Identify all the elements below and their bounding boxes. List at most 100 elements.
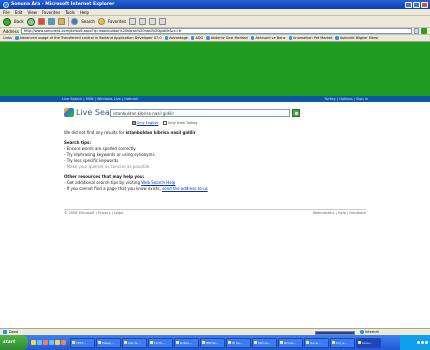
taskbar-button-label: TEST... — [76, 340, 86, 345]
quick-launch-icon[interactable] — [37, 340, 42, 345]
taskbar-button[interactable]: Kullan... — [174, 337, 199, 348]
search-results-message: We did not find any results for istanbul… — [64, 130, 384, 192]
taskbar-button[interactable]: Sonu... — [356, 337, 381, 348]
edit-icon[interactable] — [159, 18, 167, 25]
taskbar-button-label: Windo... — [284, 340, 297, 345]
stop-icon[interactable] — [37, 18, 45, 25]
other-resource-line: - If you cannot find a page that you kno… — [64, 186, 208, 191]
page-icon — [190, 36, 195, 40]
menu-view[interactable]: View — [27, 10, 37, 15]
page-viewport: Live Search | MSN | Windows Live | Hotma… — [0, 42, 430, 328]
quick-launch-icon[interactable] — [61, 340, 66, 345]
maximize-button[interactable] — [413, 1, 420, 8]
quick-launch — [31, 340, 66, 345]
tray-icon[interactable] — [425, 341, 428, 344]
close-button[interactable] — [421, 1, 428, 8]
quick-launch-icon[interactable] — [31, 340, 36, 345]
taskbar-button[interactable]: W Sp... — [226, 337, 251, 348]
menu-favorites[interactable]: Favorites — [42, 10, 60, 15]
taskbar-button[interactable]: Mesaj... — [96, 337, 121, 348]
app-icon — [254, 341, 257, 344]
search-language-options: Only English Only from Turkey — [132, 121, 198, 125]
search-input[interactable]: istanbuldan kibrisa nasil gidilir — [110, 109, 290, 117]
menu-help[interactable]: Help — [80, 10, 89, 15]
search-icon — [295, 111, 298, 115]
taskbar-button[interactable]: IBM W... — [200, 337, 225, 348]
app-icon — [332, 341, 335, 344]
footer-legal-links[interactable]: © 2008 Microsoft | Privacy | Legal — [64, 211, 123, 215]
no-results-text: We did not find any results for istanbul… — [64, 130, 196, 135]
footer-divider — [64, 209, 366, 210]
app-icon — [228, 341, 231, 344]
status-bar: Done Internet — [0, 328, 430, 335]
link-item[interactable]: Advanced usage of the Transferred contro… — [15, 36, 162, 40]
app-icon — [72, 341, 75, 344]
only-turkey-option[interactable]: Only from Turkey — [163, 121, 198, 125]
taskbar-button[interactable]: Windo... — [278, 337, 303, 348]
forward-arrow-icon[interactable] — [26, 17, 35, 26]
taskbar-button[interactable]: Micros... — [252, 337, 277, 348]
page-icon — [250, 36, 255, 40]
page-icon — [335, 36, 339, 40]
menu-file[interactable]: File — [3, 10, 10, 15]
minimize-button[interactable] — [405, 1, 412, 8]
taskbar-button[interactable]: Imi_e... — [330, 337, 355, 348]
go-button[interactable] — [421, 28, 427, 34]
taskbar-button[interactable]: FLITS... — [148, 337, 173, 348]
start-button[interactable]: start — [0, 335, 28, 350]
tray-icon[interactable] — [417, 341, 420, 344]
progress-bar — [315, 330, 355, 335]
msn-nav-links[interactable]: Live Search | MSN | Windows Live | Hotma… — [0, 97, 138, 101]
favorites-button-label[interactable]: Favorites — [108, 19, 126, 24]
quick-launch-icon[interactable] — [55, 340, 60, 345]
quick-launch-icon[interactable] — [43, 340, 48, 345]
refresh-icon[interactable] — [47, 18, 55, 25]
back-arrow-icon[interactable] — [3, 17, 11, 26]
standard-toolbar: Back Search Favorites — [0, 16, 430, 28]
history-icon[interactable] — [129, 18, 137, 25]
taskbar-button-label: Sonu... — [362, 340, 373, 345]
only-english-option[interactable]: Only English — [132, 121, 158, 125]
taskbar-button-label: Can G... — [128, 340, 140, 345]
quick-launch-icon[interactable] — [49, 340, 54, 345]
home-icon[interactable] — [57, 18, 65, 25]
send-address-link[interactable]: send the address to us — [162, 186, 208, 191]
taskbar-button-label: W Sp... — [232, 340, 243, 345]
page-icon — [206, 36, 210, 40]
tray-icon[interactable] — [421, 341, 424, 344]
page-icon — [288, 36, 292, 40]
link-item[interactable]: ADG — [190, 36, 203, 40]
taskbar-button[interactable]: TEST... — [70, 337, 95, 348]
web-search-help-link[interactable]: Web Search Help — [141, 180, 175, 185]
mail-icon[interactable] — [139, 18, 147, 25]
page-icon — [164, 36, 169, 40]
app-icon — [280, 341, 283, 344]
security-zone: Internet — [360, 330, 379, 334]
taskbar-button[interactable]: Can G... — [122, 337, 147, 348]
links-bar: Links Advanced usage of the Transferred … — [0, 35, 430, 42]
back-button-label[interactable]: Back — [14, 19, 24, 24]
search-button-label[interactable]: Search — [81, 19, 95, 24]
search-tip: - Make your queries as concise as possib… — [64, 164, 151, 169]
menu-tools[interactable]: Tools — [65, 10, 75, 15]
search-submit-button[interactable] — [292, 109, 300, 117]
address-label: Address — [3, 28, 19, 34]
footer-help-links[interactable]: Webmasters | Help | Feedback — [313, 211, 366, 215]
menu-edit[interactable]: Edit — [15, 10, 23, 15]
link-item[interactable]: Akhisarli ve Benz — [250, 36, 286, 40]
address-input[interactable]: http://www.sonunera.com/default.aspx?q=i… — [20, 28, 412, 34]
search-icon[interactable] — [71, 18, 79, 25]
address-dropdown-button[interactable] — [414, 28, 419, 34]
app-icon — [150, 341, 153, 344]
link-item[interactable]: Asknolik Bilgiler Sitesi — [335, 36, 378, 40]
print-icon[interactable] — [149, 18, 157, 25]
taskbar-button-label: FLITS... — [154, 340, 165, 345]
link-item[interactable]: Akdeniz Gezi Merkezi — [206, 36, 248, 40]
msn-nav-options[interactable]: Turkey | Options | Sign in — [324, 97, 430, 101]
app-icon — [98, 341, 101, 344]
link-item[interactable]: Anamalkan Pet Market — [288, 36, 332, 40]
link-item[interactable]: Advantage — [164, 36, 188, 40]
taskbar-button[interactable]: Gece... — [304, 337, 329, 348]
window-title: Sonuna Ara - Microsoft Internet Explorer — [11, 2, 115, 7]
favorites-star-icon[interactable] — [97, 18, 105, 25]
